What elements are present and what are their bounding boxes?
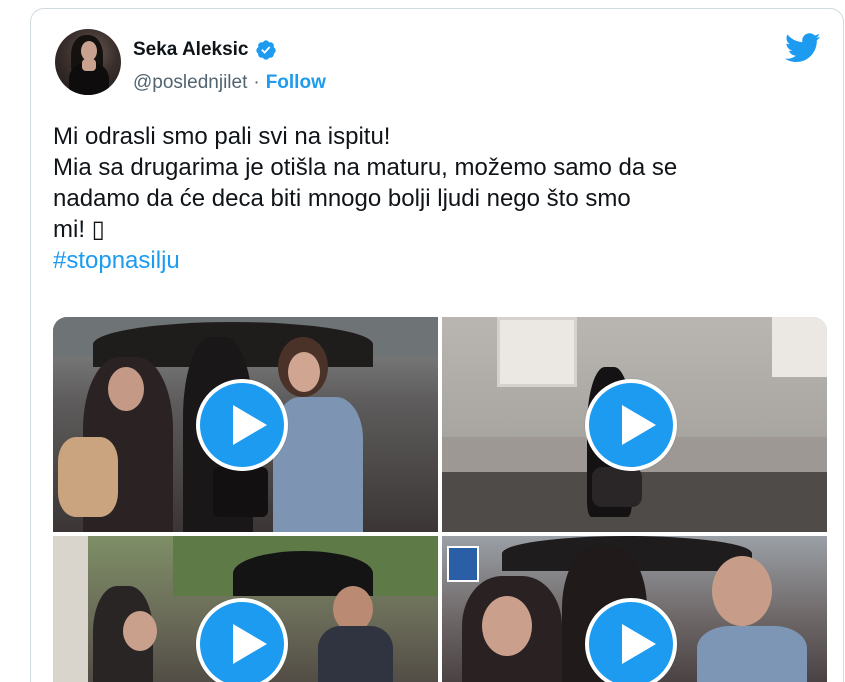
tweet-line: nadamo da će deca biti mnogo bolji ljudi… bbox=[53, 185, 631, 212]
video-thumbnail[interactable] bbox=[53, 536, 438, 682]
handle-row: @poslednjilet · Follow bbox=[133, 72, 326, 94]
twitter-bird-icon[interactable] bbox=[785, 33, 821, 63]
verified-badge-icon bbox=[255, 40, 276, 60]
media-grid bbox=[53, 317, 827, 682]
video-thumbnail[interactable] bbox=[53, 317, 438, 532]
follow-button[interactable]: Follow bbox=[266, 72, 326, 94]
tweet-line: Mia sa drugarima je otišla na maturu, mo… bbox=[53, 154, 678, 181]
user-name[interactable]: Seka Aleksic bbox=[133, 39, 249, 61]
user-handle[interactable]: @poslednjilet bbox=[133, 72, 247, 94]
tweet-card: Seka Aleksic @poslednjilet · Follow Mi o… bbox=[30, 8, 844, 682]
hashtag-link[interactable]: #stopnasilju bbox=[53, 245, 833, 276]
play-icon[interactable] bbox=[196, 379, 288, 471]
separator-dot: · bbox=[253, 72, 260, 93]
tweet-text: Mi odrasli smo pali svi na ispitu! Mia s… bbox=[53, 121, 833, 276]
tweet-line: Mi odrasli smo pali svi na ispitu! bbox=[53, 123, 391, 150]
avatar-face bbox=[81, 41, 97, 61]
play-icon[interactable] bbox=[585, 379, 677, 471]
play-icon[interactable] bbox=[585, 598, 677, 682]
video-thumbnail[interactable] bbox=[442, 317, 827, 532]
play-icon[interactable] bbox=[196, 598, 288, 682]
avatar[interactable] bbox=[55, 29, 121, 95]
tweet-line: mi! ▯ bbox=[53, 216, 105, 243]
user-name-row[interactable]: Seka Aleksic bbox=[133, 39, 277, 61]
video-thumbnail[interactable] bbox=[442, 536, 827, 682]
